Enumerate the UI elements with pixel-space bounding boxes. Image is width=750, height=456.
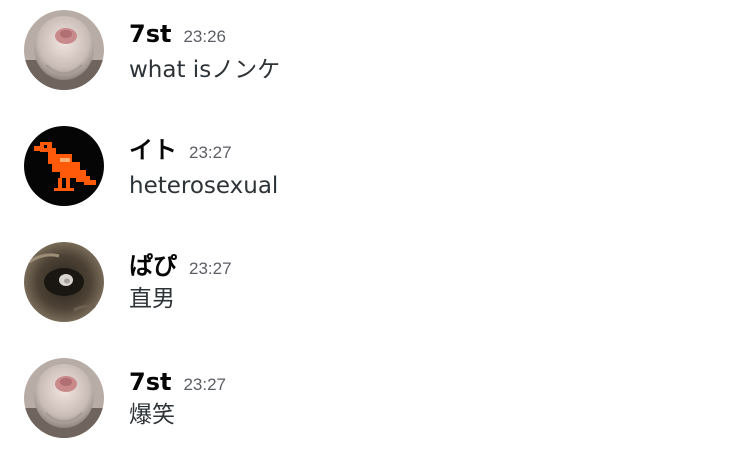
username[interactable]: ぱぴ	[129, 252, 177, 280]
message-content: what isノンケ	[129, 57, 281, 83]
timestamp: 23:27	[183, 375, 227, 394]
message-item: 7st 23:26 what isノンケ	[0, 8, 750, 108]
timestamp: 23:27	[189, 259, 232, 278]
message-content: 直男	[129, 286, 175, 312]
orange-pixel-bird-avatar-icon[interactable]	[24, 126, 104, 206]
message-header: ぱぴ 23:27	[129, 254, 232, 278]
message-header: 7st 23:27	[129, 370, 226, 394]
pink-blob-avatar-icon[interactable]	[24, 358, 104, 438]
pink-blob-avatar-icon[interactable]	[24, 10, 104, 90]
tree-hollow-photo-avatar-icon[interactable]	[24, 242, 104, 322]
message-content: heterosexual	[129, 173, 279, 199]
message-item: ぱぴ 23:27 直男	[0, 240, 750, 340]
message-content: 爆笑	[129, 402, 175, 428]
username[interactable]: 7st	[129, 20, 171, 48]
username[interactable]: 7st	[129, 368, 171, 396]
message-header: イト 23:27	[129, 138, 232, 162]
message-item: イト 23:27 heterosexual	[0, 124, 750, 224]
timestamp: 23:27	[189, 143, 232, 162]
message-item: 7st 23:27 爆笑	[0, 356, 750, 456]
timestamp: 23:26	[183, 27, 227, 46]
username[interactable]: イト	[129, 136, 177, 164]
message-header: 7st 23:26	[129, 22, 226, 46]
chat-message-list: 7st 23:26 what isノンケ イト 23:27 heterosexu…	[0, 0, 750, 440]
